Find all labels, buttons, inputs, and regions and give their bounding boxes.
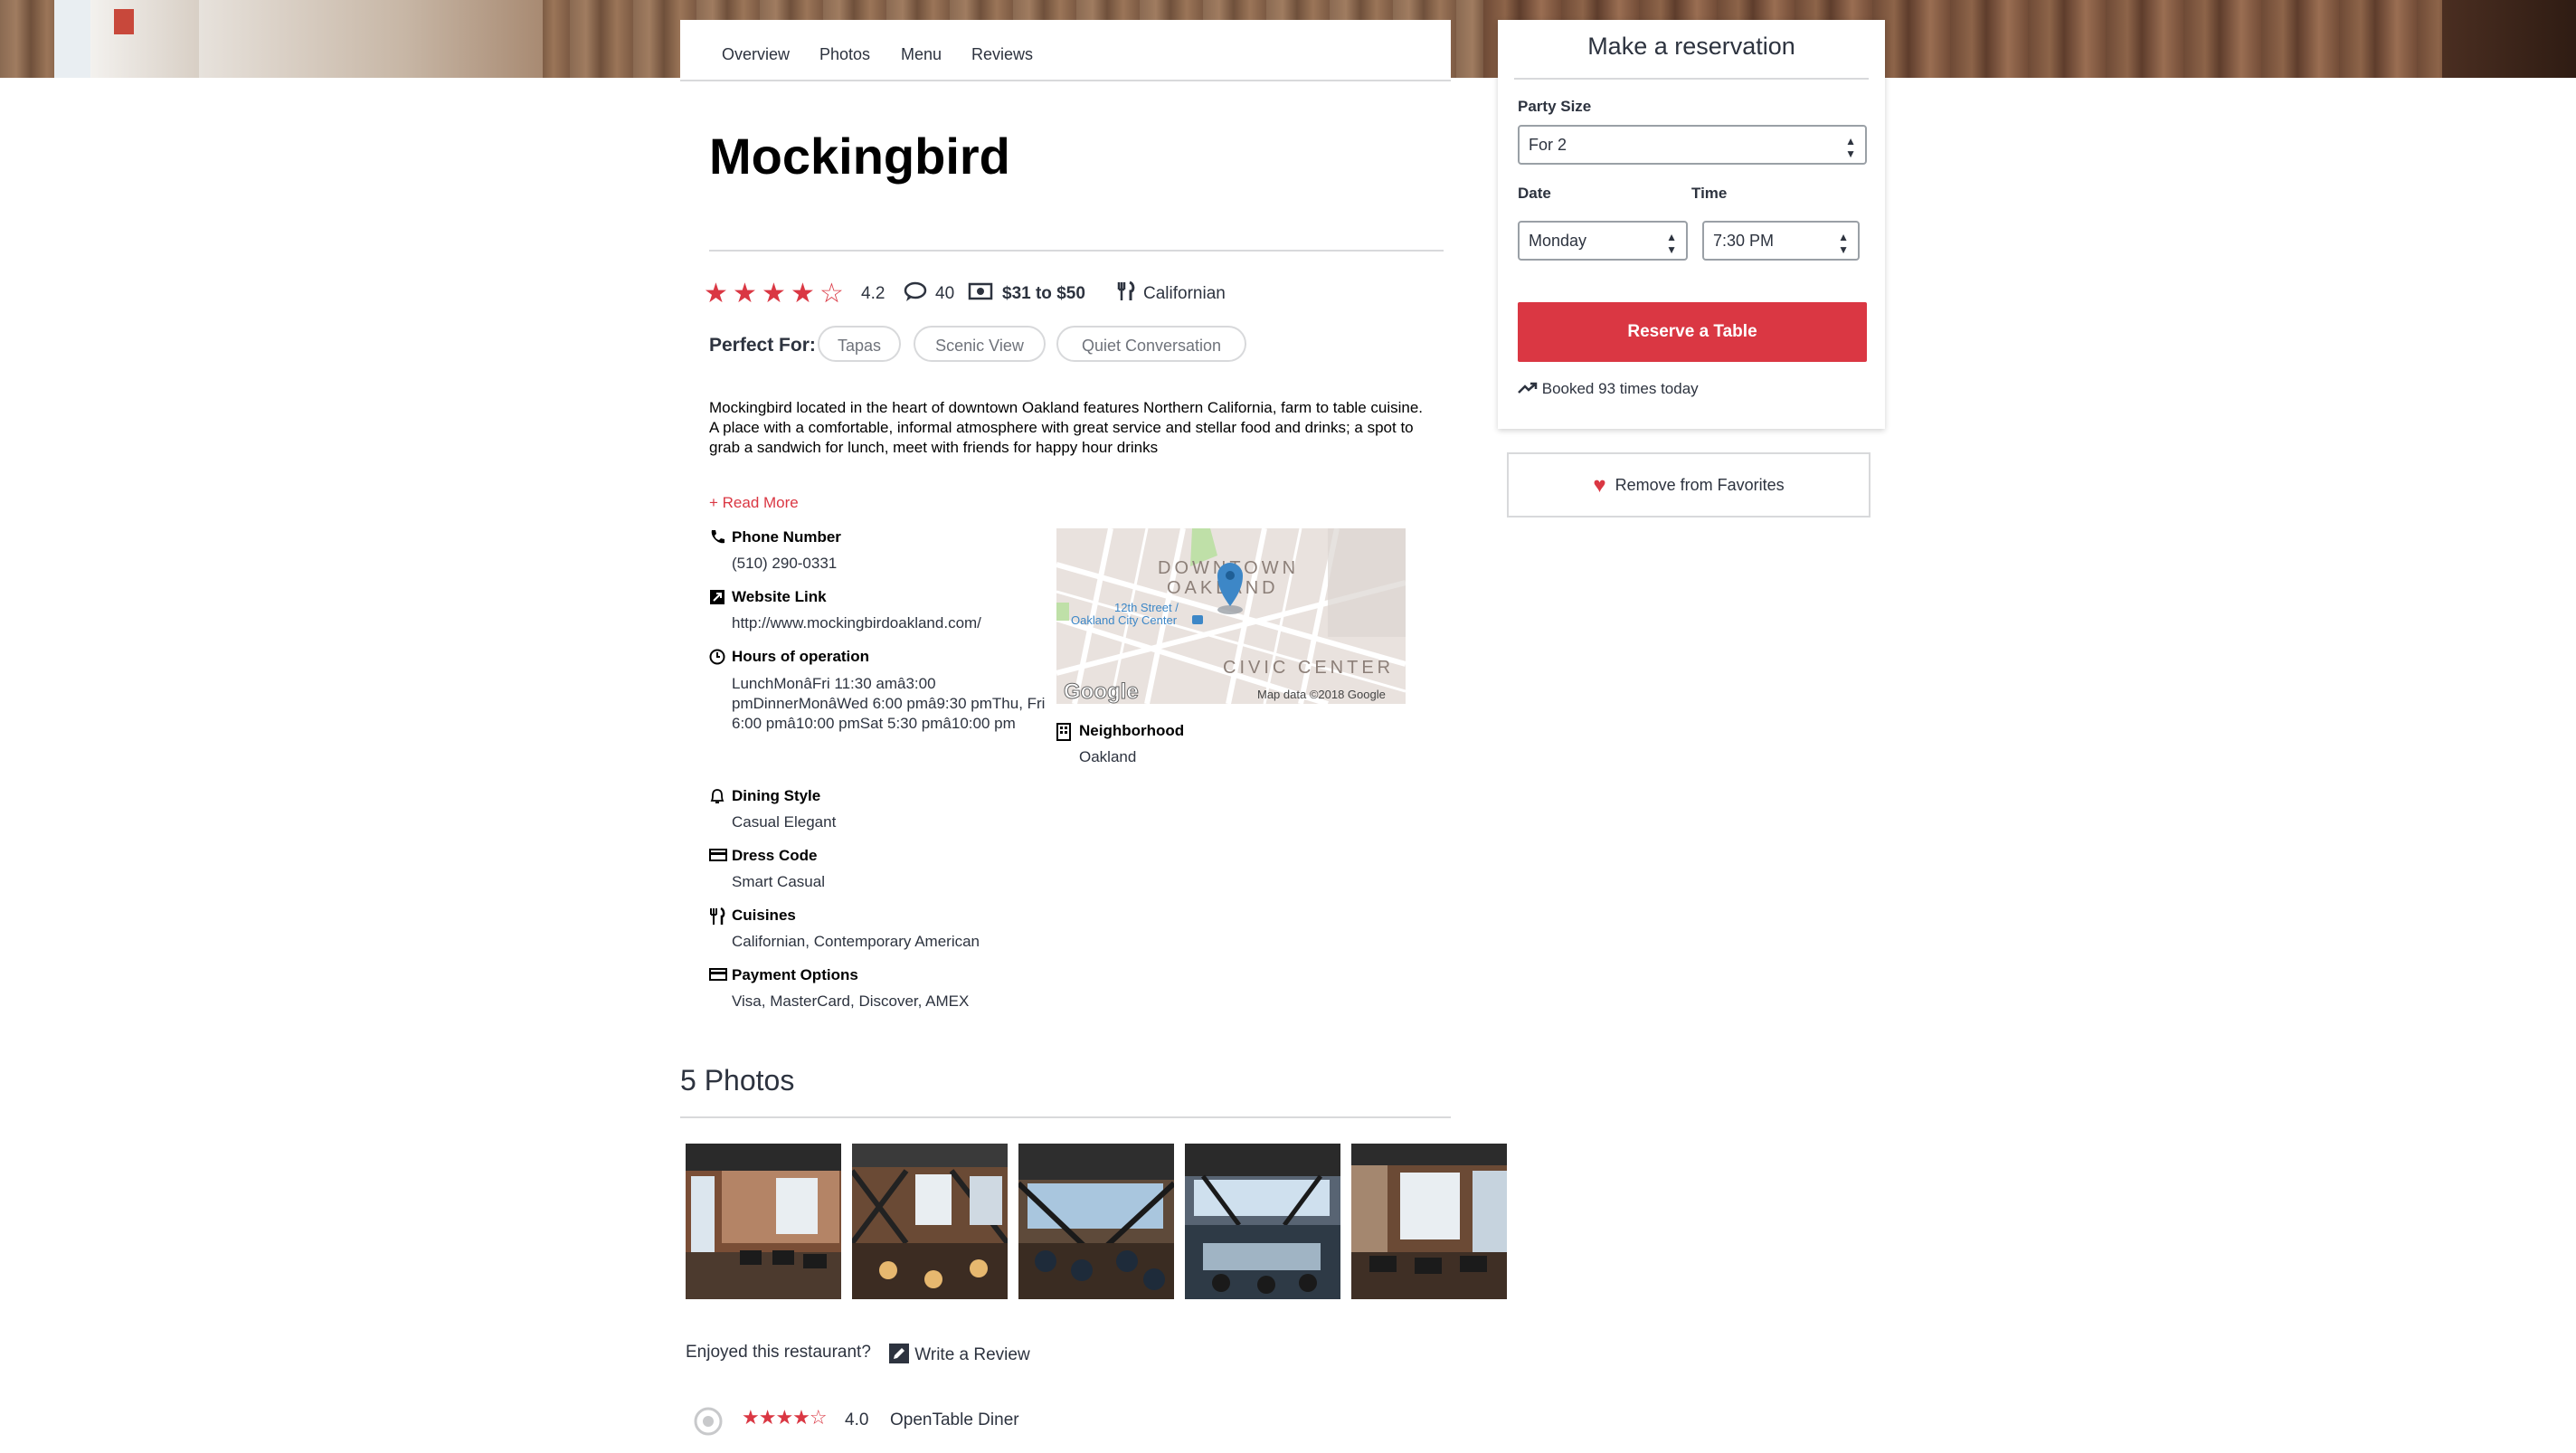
photo-thumbnail[interactable]	[1351, 1144, 1507, 1299]
review-rating: 4.0	[845, 1410, 869, 1429]
detail-label: Neighborhood	[1079, 722, 1185, 739]
party-size-label: Party Size	[1518, 98, 1592, 115]
avatar	[694, 1407, 723, 1436]
dress-code-value: Smart Casual	[732, 873, 825, 890]
tab-menu[interactable]: Menu	[901, 45, 942, 64]
detail-label: Website Link	[732, 588, 827, 605]
divider	[1514, 78, 1869, 80]
party-size-value: For 2	[1529, 136, 1567, 154]
time-select[interactable]: 7:30 PM ▲ ▼	[1702, 221, 1860, 261]
date-value: Monday	[1529, 232, 1587, 250]
google-logo: Google	[1064, 679, 1139, 704]
restaurant-stats: ★ ★ ★ ★ ☆ 4.2 40 $31 to $50 Californian	[704, 279, 1445, 309]
tag-quiet-conversation[interactable]: Quiet Conversation	[1056, 326, 1246, 362]
tab-reviews[interactable]: Reviews	[971, 45, 1033, 64]
reservation-title: Make a reservation	[1587, 33, 1795, 60]
photos-heading: 5 Photos	[680, 1064, 795, 1097]
select-arrows-icon: ▲ ▼	[1666, 231, 1677, 256]
star-empty-icon: ☆	[819, 279, 844, 309]
detail-label: Phone Number	[732, 528, 841, 546]
reservation-widget: Make a reservation Party Size For 2 ▲ ▼ D…	[1498, 20, 1885, 429]
tab-overview[interactable]: Overview	[722, 45, 790, 64]
price-range: $31 to $50	[1002, 284, 1085, 303]
photo-thumbnail[interactable]	[1185, 1144, 1340, 1299]
tag-tapas[interactable]: Tapas	[818, 326, 901, 362]
star-icon: ★	[704, 279, 728, 309]
star-icon: ★	[762, 279, 786, 309]
map-station-label: 12th Street /	[1114, 601, 1179, 614]
read-more-link[interactable]: + Read More	[709, 494, 799, 512]
booked-count: Booked 93 times today	[1518, 380, 1699, 398]
utensils-icon	[1116, 280, 1136, 308]
review-item: ★★★★☆ 4.0 OpenTable Diner	[693, 1406, 1145, 1436]
select-arrows-icon: ▲ ▼	[1838, 231, 1849, 256]
party-size-select[interactable]: For 2 ▲ ▼	[1518, 125, 1867, 165]
cuisines-value: Californian, Contemporary American	[732, 933, 980, 950]
detail-label: Hours of operation	[732, 648, 870, 665]
map-civic-label: CIVIC CENTER	[1223, 658, 1394, 678]
review-author: OpenTable Diner	[890, 1410, 1019, 1429]
detail-label: Payment Options	[732, 966, 858, 983]
bell-icon	[709, 788, 729, 809]
phone-icon	[709, 529, 729, 550]
neighborhood-value[interactable]: Oakland	[1079, 748, 1136, 766]
building-icon	[1056, 723, 1076, 745]
enjoy-prompt: Enjoyed this restaurant?	[686, 1343, 871, 1362]
favorites-label: Remove from Favorites	[1615, 476, 1785, 494]
restaurant-profile-card: Overview Photos Menu Reviews Mockingbird…	[680, 20, 1507, 1453]
time-value: 7:30 PM	[1713, 232, 1775, 250]
restaurant-name: Mockingbird	[709, 128, 1010, 185]
star-icon: ★	[791, 279, 815, 309]
detail-label: Dress Code	[732, 847, 818, 864]
section-tabs: Overview Photos Menu Reviews	[680, 20, 1451, 81]
clock-icon	[709, 649, 729, 670]
review-stars-icon: ★★★★☆	[742, 1406, 828, 1429]
review-count: 40	[935, 284, 955, 303]
select-arrows-icon: ▲ ▼	[1845, 135, 1856, 160]
write-review-link[interactable]: Write a Review	[888, 1343, 1030, 1365]
external-link-icon	[709, 589, 729, 610]
detail-label: Cuisines	[732, 907, 796, 924]
hours-value: LunchMonâFri 11:30 amâ3:00 pmDinnerMonâW…	[732, 675, 1046, 732]
remove-favorites-button[interactable]: ♥ Remove from Favorites	[1507, 452, 1870, 518]
trending-up-icon	[1518, 382, 1538, 394]
divider	[680, 1116, 1451, 1118]
phone-number[interactable]: (510) 290-0331	[732, 555, 837, 573]
photo-thumbnail[interactable]	[1018, 1144, 1174, 1299]
payment-value: Visa, MasterCard, Discover, AMEX	[732, 992, 970, 1010]
reserve-table-button[interactable]: Reserve a Table	[1518, 302, 1867, 362]
time-label: Time	[1691, 185, 1728, 202]
restaurant-description: Mockingbird located in the heart of down…	[709, 399, 1424, 456]
cuisine: Californian	[1143, 284, 1226, 303]
booked-text: Booked 93 times today	[1541, 380, 1699, 397]
rating-value: 4.2	[861, 284, 886, 303]
card-icon	[709, 848, 729, 867]
heart-icon: ♥	[1593, 473, 1606, 498]
location-map[interactable]: DOWNTOWN OAKLAND CIVIC CENTER 12th Stree…	[1056, 528, 1406, 704]
map-attribution: Map data ©2018 Google	[1257, 688, 1386, 701]
map-station-label: Oakland City Center	[1071, 613, 1178, 627]
tag-scenic-view[interactable]: Scenic View	[914, 326, 1046, 362]
star-icon: ★	[733, 279, 757, 309]
speech-bubble-icon	[903, 280, 928, 309]
write-review-label: Write a Review	[914, 1345, 1030, 1364]
website-link[interactable]: http://www.mockingbirdoakland.com/	[732, 614, 981, 632]
money-icon	[968, 280, 993, 308]
utensils-icon	[709, 907, 729, 930]
pencil-icon	[889, 1344, 909, 1363]
dining-style-value: Casual Elegant	[732, 813, 837, 831]
tab-photos[interactable]: Photos	[819, 45, 870, 64]
date-label: Date	[1518, 185, 1551, 202]
perfect-for-label: Perfect For:	[709, 335, 816, 356]
card-icon	[709, 967, 729, 986]
photo-thumbnail[interactable]	[686, 1144, 841, 1299]
photo-thumbnail[interactable]	[852, 1144, 1008, 1299]
date-select[interactable]: Monday ▲ ▼	[1518, 221, 1688, 261]
detail-label: Dining Style	[732, 787, 821, 804]
divider	[709, 250, 1444, 252]
